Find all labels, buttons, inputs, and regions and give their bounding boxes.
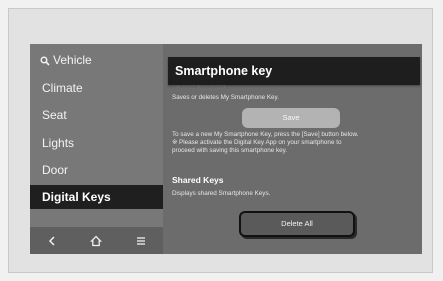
content-panel: My Smartphone Key Smartphone key Saves o…	[163, 44, 422, 254]
sidebar-item-label: Door	[42, 163, 69, 177]
sidebar-item-lights[interactable]: Lights	[30, 130, 163, 156]
save-instruction-line-3: proceed with saving this smartphone key.	[172, 147, 288, 154]
sidebar-item-label: Digital Keys	[42, 190, 111, 204]
sidebar: Vehicle Climate Seat Lights Door Digital…	[30, 44, 163, 254]
back-icon	[49, 235, 55, 246]
page-title: Smartphone key	[168, 57, 420, 85]
sidebar-item-label: Lights	[42, 136, 75, 150]
search-icon	[40, 49, 50, 75]
menu-button[interactable]	[126, 230, 156, 252]
sidebar-search-label: Vehicle	[53, 53, 92, 67]
sidebar-search[interactable]: Vehicle	[30, 47, 163, 73]
save-button[interactable]: Save	[242, 108, 340, 128]
sidebar-item-seat[interactable]: Seat	[30, 102, 163, 128]
infotainment-screen: Vehicle Climate Seat Lights Door Digital…	[30, 44, 422, 254]
sidebar-item-label: Seat	[42, 108, 67, 122]
shared-keys-description: Displays shared Smartphone Keys.	[172, 190, 271, 197]
save-instruction-line-2: ※ Please activate the Digital Key App on…	[172, 139, 342, 146]
back-button[interactable]	[37, 230, 67, 252]
sidebar-item-digital-keys[interactable]: Digital Keys	[30, 185, 163, 209]
save-instruction-line-1: To save a new My Smartphone Key, press t…	[172, 131, 359, 138]
manage-description: Saves or deletes My Smartphone Key.	[172, 94, 279, 101]
delete-all-button[interactable]: Delete All	[239, 211, 355, 237]
menu-icon	[136, 236, 145, 245]
bottom-nav-bar	[30, 227, 163, 254]
shared-keys-title: Shared Keys	[172, 175, 224, 185]
home-icon	[90, 235, 103, 246]
sidebar-item-climate[interactable]: Climate	[30, 75, 163, 101]
sidebar-item-label: Climate	[42, 81, 83, 95]
home-button[interactable]	[81, 230, 111, 252]
sidebar-item-door[interactable]: Door	[30, 157, 163, 183]
